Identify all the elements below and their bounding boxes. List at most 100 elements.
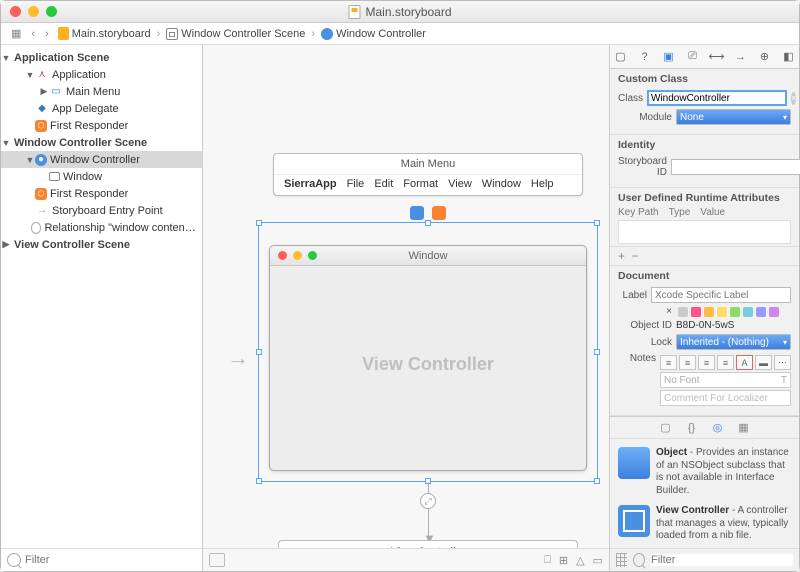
window-controller-selection[interactable]: Window View Controller bbox=[258, 222, 598, 482]
disclosure-triangle-icon[interactable] bbox=[1, 53, 11, 63]
urda-add-remove[interactable]: + − bbox=[610, 247, 799, 266]
outline-item[interactable]: ⬡First Responder bbox=[1, 117, 202, 134]
filter-icon[interactable] bbox=[7, 553, 21, 567]
media-library-tab[interactable]: ▦ bbox=[736, 421, 752, 435]
window-controller-icon[interactable] bbox=[410, 206, 424, 220]
font-picker-icon[interactable]: T bbox=[781, 375, 787, 386]
outline-item[interactable]: Relationship "window content" to "... bbox=[1, 219, 202, 236]
align-right-icon[interactable]: ≡ bbox=[698, 355, 715, 370]
color-swatch[interactable] bbox=[717, 307, 727, 317]
menu-item[interactable]: Edit bbox=[374, 178, 393, 190]
more-format-icon[interactable]: ⋯ bbox=[774, 355, 791, 370]
size-inspector-tab[interactable]: ⟷ bbox=[708, 49, 726, 65]
class-field[interactable] bbox=[647, 90, 787, 106]
clear-class-icon[interactable]: × bbox=[791, 92, 796, 105]
pin-icon[interactable]: ⊞ bbox=[559, 554, 568, 567]
zoom-button[interactable] bbox=[46, 6, 57, 17]
connections-inspector-tab[interactable]: → bbox=[732, 49, 750, 65]
outline-item[interactable]: ⬡First Responder bbox=[1, 185, 202, 202]
outline-item[interactable]: Window bbox=[1, 168, 202, 185]
library-list[interactable]: Object - Provides an instance of an NSOb… bbox=[610, 439, 799, 548]
menu-item[interactable]: File bbox=[347, 178, 365, 190]
lock-select[interactable]: Inherited - (Nothing)▾ bbox=[676, 334, 791, 350]
disclosure-triangle-icon[interactable] bbox=[1, 138, 11, 148]
disclosure-triangle-icon[interactable] bbox=[25, 70, 35, 80]
appd-icon: ◆ bbox=[35, 102, 49, 116]
attributes-inspector-tab[interactable]: ⎚ bbox=[684, 49, 702, 65]
library-item[interactable]: Object - Provides an instance of an NSOb… bbox=[616, 443, 793, 501]
bg-color-icon[interactable]: ▬ bbox=[755, 355, 772, 370]
color-swatch[interactable] bbox=[730, 307, 740, 317]
canvas[interactable]: Main Menu SierraAppFileEditFormatViewWin… bbox=[203, 45, 609, 571]
outline-item[interactable]: ▭Main Menu bbox=[1, 83, 202, 100]
file-inspector-tab[interactable]: ▢ bbox=[612, 49, 630, 65]
disclosure-triangle-icon[interactable] bbox=[39, 86, 49, 97]
align-icon[interactable]: ⎕ bbox=[544, 554, 551, 567]
library-item[interactable]: View Controller - A controller that mana… bbox=[616, 501, 793, 547]
scene-icon bbox=[166, 28, 178, 40]
disclosure-triangle-icon[interactable] bbox=[25, 155, 35, 165]
jumpbar-seg-controller[interactable]: Window Controller bbox=[318, 28, 429, 40]
help-inspector-tab[interactable]: ? bbox=[636, 49, 654, 65]
outline-list[interactable]: Application Scene⋏Application▭Main Menu◆… bbox=[1, 45, 202, 548]
doc-label-field[interactable] bbox=[651, 287, 791, 303]
minimize-button[interactable] bbox=[28, 6, 39, 17]
outline-item[interactable]: →Storyboard Entry Point bbox=[1, 202, 202, 219]
align-left-icon[interactable]: ≡ bbox=[660, 355, 677, 370]
align-justify-icon[interactable]: ≡ bbox=[717, 355, 734, 370]
menu-item[interactable]: Format bbox=[403, 178, 438, 190]
back-button[interactable]: ‹ bbox=[27, 28, 39, 40]
outline-toggle-icon[interactable] bbox=[209, 553, 225, 567]
align-center-icon[interactable]: ≡ bbox=[679, 355, 696, 370]
menu-item[interactable]: Window bbox=[482, 178, 521, 190]
outline-scene-header[interactable]: Window Controller Scene bbox=[1, 134, 202, 151]
rel-icon bbox=[31, 222, 42, 234]
objectid-value: B8D-0N-5wS bbox=[676, 320, 734, 331]
object-library-tab[interactable]: ◎ bbox=[710, 421, 726, 435]
embed-icon[interactable]: ▭ bbox=[593, 554, 603, 567]
entry-point-arrow-icon[interactable]: → bbox=[227, 345, 249, 371]
outline-scene-header[interactable]: View Controller Scene bbox=[1, 236, 202, 253]
file-template-tab[interactable]: ▢ bbox=[658, 421, 674, 435]
urda-table[interactable] bbox=[618, 220, 791, 244]
color-swatch[interactable] bbox=[756, 307, 766, 317]
outline-item[interactable]: ●Window Controller bbox=[1, 151, 202, 168]
window-preview[interactable]: Window View Controller bbox=[269, 245, 587, 471]
forward-button[interactable]: › bbox=[41, 28, 53, 40]
storyboard-id-field[interactable] bbox=[671, 159, 800, 175]
segue-icon[interactable]: ⤢ bbox=[420, 493, 436, 509]
text-color-icon[interactable]: A bbox=[736, 355, 753, 370]
module-select[interactable]: None▾ bbox=[676, 109, 791, 125]
menu-item[interactable]: Help bbox=[531, 178, 554, 190]
jumpbar-seg-file[interactable]: Main.storyboard bbox=[55, 27, 154, 40]
bindings-inspector-tab[interactable]: ⊕ bbox=[756, 49, 774, 65]
color-swatch[interactable] bbox=[769, 307, 779, 317]
menu-item[interactable]: View bbox=[448, 178, 472, 190]
jumpbar-seg-scene[interactable]: Window Controller Scene bbox=[163, 28, 308, 40]
first-responder-icon[interactable] bbox=[432, 206, 446, 220]
outline-filter-input[interactable] bbox=[25, 554, 196, 566]
color-swatch[interactable] bbox=[691, 307, 701, 317]
library-filter-input[interactable] bbox=[651, 554, 793, 566]
filter-icon[interactable] bbox=[633, 553, 645, 567]
segue-line bbox=[428, 482, 429, 536]
localizer-comment-field[interactable]: Comment For Localizer bbox=[660, 390, 791, 406]
identity-inspector-tab[interactable]: ▣ bbox=[660, 49, 678, 65]
resolve-icon[interactable]: △ bbox=[576, 554, 584, 567]
outline-item[interactable]: ⋏Application bbox=[1, 66, 202, 83]
disclosure-triangle-icon[interactable] bbox=[1, 239, 11, 250]
menu-item[interactable]: SierraApp bbox=[284, 178, 337, 190]
color-swatch[interactable] bbox=[704, 307, 714, 317]
window-titlebar: Main.storyboard bbox=[1, 1, 799, 23]
related-items-icon[interactable]: ▦ bbox=[7, 27, 25, 40]
outline-item[interactable]: ◆App Delegate bbox=[1, 100, 202, 117]
grid-view-icon[interactable] bbox=[616, 553, 627, 567]
effects-inspector-tab[interactable]: ◧ bbox=[780, 49, 798, 65]
code-snippet-tab[interactable]: {} bbox=[684, 421, 700, 435]
main-menu-scene[interactable]: Main Menu SierraAppFileEditFormatViewWin… bbox=[273, 153, 583, 196]
close-button[interactable] bbox=[10, 6, 21, 17]
outline-scene-header[interactable]: Application Scene bbox=[1, 49, 202, 66]
color-swatch[interactable] bbox=[678, 307, 688, 317]
color-swatch[interactable] bbox=[743, 307, 753, 317]
font-field[interactable]: No FontT bbox=[660, 372, 791, 388]
